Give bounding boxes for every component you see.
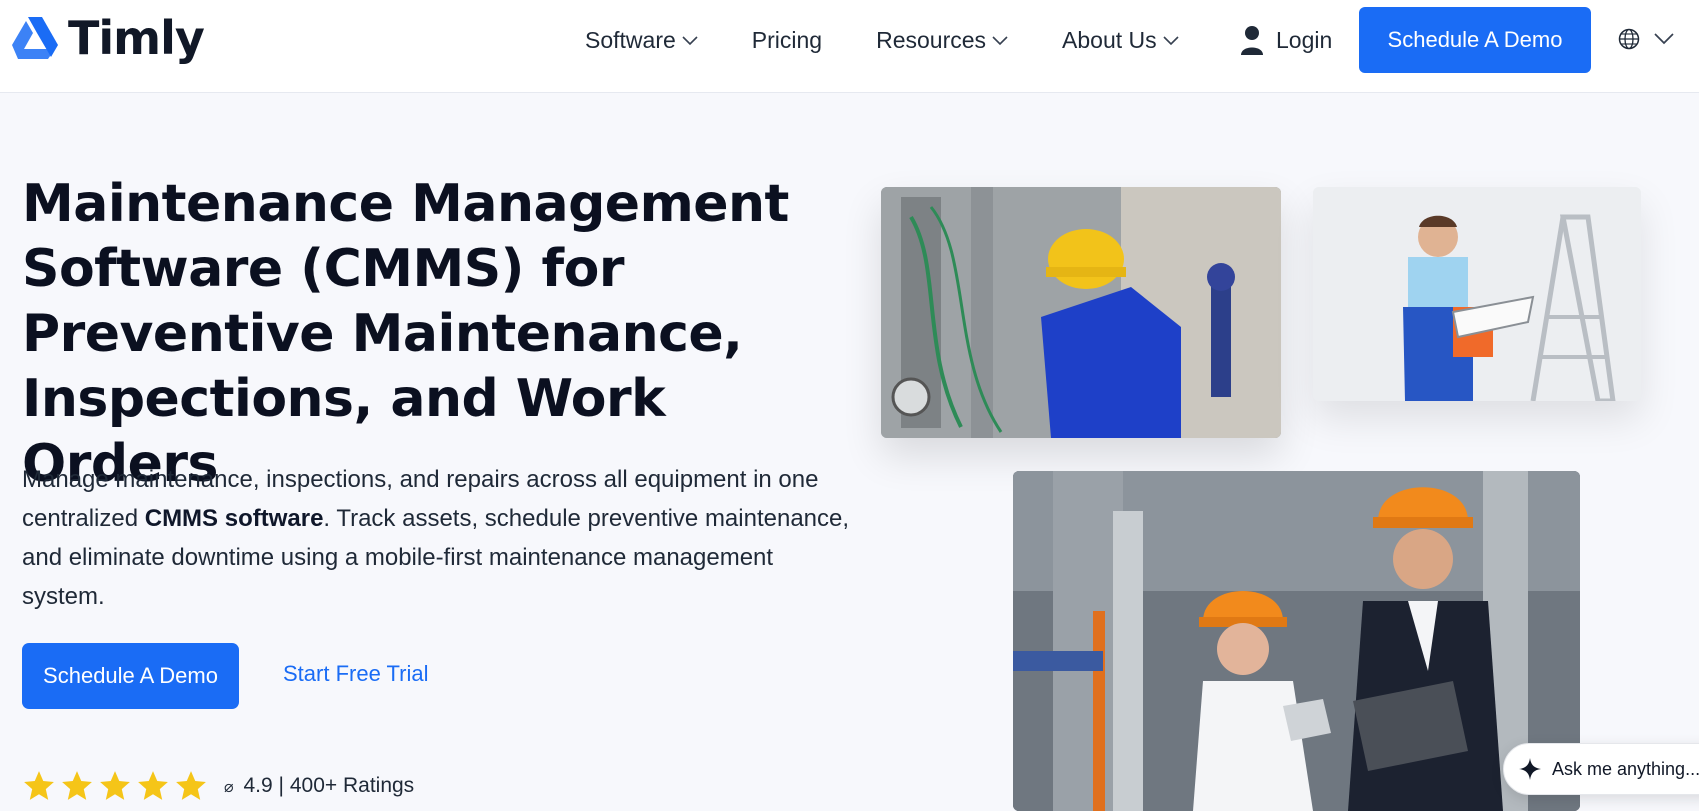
nav-resources-label: Resources [876,27,987,53]
login-label: Login [1276,26,1333,53]
hero-description: Manage maintenance, inspections, and rep… [22,460,862,616]
hero-title: Maintenance Management Software (CMMS) f… [22,174,789,494]
schedule-demo-button[interactable]: Schedule A Demo [22,643,239,709]
star-icon [138,771,168,800]
nav-software[interactable]: Software [585,27,698,54]
star-icon [100,771,130,800]
schedule-demo-header-button[interactable]: Schedule A Demo [1359,7,1591,73]
chevron-down-icon [1163,35,1179,45]
nav-pricing-label: Pricing [751,27,823,53]
login-link[interactable]: Login [1240,22,1332,58]
photo-illustration [1313,187,1641,401]
rating-score: 4.9 [243,774,273,797]
sparkle-icon [1519,758,1541,780]
photo-illustration [881,187,1281,438]
nav-about-us[interactable]: About Us [1062,27,1179,54]
ai-chat-widget[interactable]: Ask me anything... [1503,743,1699,795]
nav-resources[interactable]: Resources [876,27,1008,54]
chevron-down-icon [682,35,698,45]
start-free-trial-link[interactable]: Start Free Trial [283,661,428,687]
globe-icon [1618,28,1640,50]
worker-clipboard-ladder-photo [1313,187,1641,401]
main-nav: Software Pricing Resources About Us [585,0,1233,81]
rating-summary: ⌀ 4.9 | 400+ Ratings [22,766,414,806]
worker-hardhat-pipes-photo [881,187,1281,438]
brand-logo[interactable]: Timly [10,11,205,65]
user-icon [1241,26,1263,55]
site-header: Timly Software Pricing Resources About U… [0,0,1699,93]
star-icon [176,771,206,800]
chat-placeholder: Ask me anything... [1552,758,1699,779]
rating-separator: | [278,774,284,797]
rating-text: ⌀ 4.9 | 400+ Ratings [224,774,414,798]
chevron-down-icon [992,35,1008,45]
language-selector[interactable] [1618,28,1674,50]
chevron-down-icon [1654,33,1674,45]
nav-about-us-label: About Us [1062,27,1157,53]
nav-pricing[interactable]: Pricing [752,27,822,54]
star-icon [62,771,92,800]
engineers-laptop-factory-photo [1013,471,1580,811]
brand-name: Timly [68,11,205,65]
star-icon [24,771,54,800]
average-symbol: ⌀ [224,779,234,796]
photo-illustration [1013,471,1580,811]
nav-software-label: Software [585,27,676,53]
timly-logo-icon [12,17,58,59]
hero-desc-bold-link: CMMS software [144,505,324,532]
rating-count: 400+ Ratings [289,774,415,797]
